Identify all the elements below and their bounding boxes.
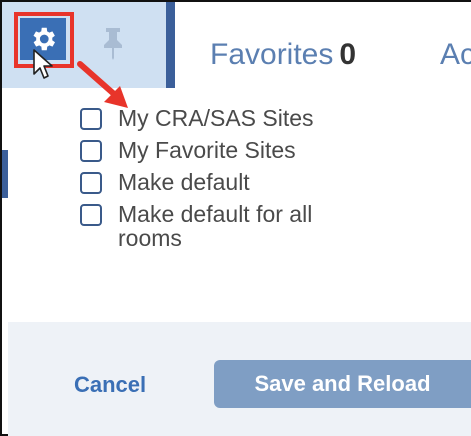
favorites-count-badge: 0 [339,38,357,71]
checkbox[interactable] [80,140,102,162]
tab-favorites-label: Favorites [210,38,334,71]
toolbar-divider [166,2,175,88]
checkbox[interactable] [80,108,102,130]
option-make-default[interactable]: Make default [80,170,380,194]
tab-next[interactable]: Ac [440,38,471,72]
checkbox[interactable] [80,204,102,226]
option-my-favorite-sites[interactable]: My Favorite Sites [80,138,380,162]
cancel-button[interactable]: Cancel [74,372,146,398]
save-and-reload-button[interactable]: Save and Reload [214,360,471,408]
mouse-cursor-icon [33,49,53,79]
option-make-default-all-rooms[interactable]: Make default for all rooms [80,202,380,250]
option-my-cra-sas-sites[interactable]: My CRA/SAS Sites [80,106,380,130]
tab-favorites[interactable]: Favorites 0 [210,38,356,72]
left-accent-bar [2,150,8,198]
option-label: Make default [118,169,250,195]
options-list: My CRA/SAS Sites My Favorite Sites Make … [80,106,380,258]
option-label: My Favorite Sites [118,137,296,163]
checkbox[interactable] [80,172,102,194]
option-label: Make default for all rooms [118,201,313,251]
pin-icon[interactable] [100,26,126,60]
option-label: My CRA/SAS Sites [118,105,314,131]
